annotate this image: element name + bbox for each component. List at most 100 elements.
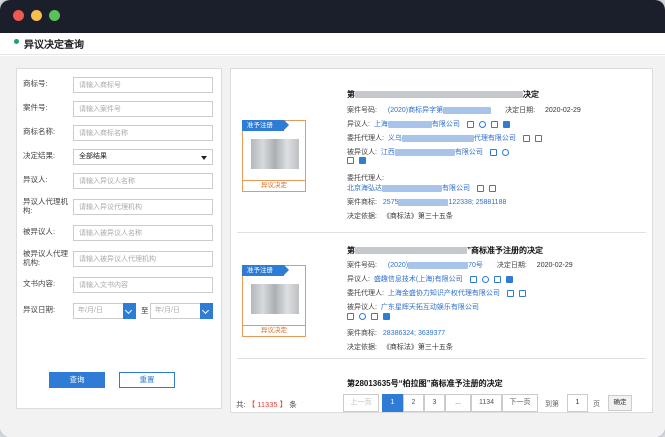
trademark-number-value[interactable]: 28386324; 3639377	[383, 330, 445, 337]
opponent-agent-value[interactable]: 上海金盛协力知识产权代理有限公司	[388, 290, 500, 297]
result-title[interactable]: 第28013635号“柏拉图”商标准予注册的决定	[347, 378, 503, 389]
copyright-icon[interactable]	[359, 157, 366, 164]
page-button-last[interactable]: 1134	[471, 394, 502, 412]
document-icon[interactable]	[489, 148, 497, 156]
opponent-agent-row: 委托代理人: 上海金盛协力知识产权代理有限公司	[347, 288, 526, 298]
trademark-number-value[interactable]: 2575	[383, 199, 399, 206]
search-icon[interactable]	[359, 313, 366, 320]
case-number-value: (2020)商标异字第	[387, 107, 444, 114]
result-card[interactable]: 第28013635号“柏拉图”商标准予注册的决定	[237, 367, 646, 389]
result-card[interactable]: 准予注册 异议决定 第 决定 案件号码: (2020)商标异字第 决定日期: 20…	[237, 77, 646, 233]
case-number-input[interactable]	[73, 101, 213, 117]
goto-page-input[interactable]: 1	[567, 394, 588, 412]
search-icon[interactable]	[478, 120, 486, 128]
minimize-window-button[interactable]	[31, 10, 42, 21]
row-label: 决定日期:	[496, 262, 527, 269]
respondent-row: 被异议人: 广东星辉天拓互动娱乐有限公司	[347, 302, 479, 312]
opponent-row: 异议人: 上海 有限公司	[347, 119, 510, 129]
decision-type-label: 异议决定	[243, 325, 305, 336]
chevron-down-icon	[201, 156, 207, 160]
field-opposition-date: 异议日期: 年/月/日 至 年/月/日	[23, 303, 219, 321]
gear-icon[interactable]	[493, 275, 501, 283]
opponent-agent-input[interactable]	[73, 199, 213, 215]
respondent-agent-suffix[interactable]: 有限公司	[442, 185, 470, 192]
title-suffix: 决定	[523, 90, 539, 99]
date-from-input[interactable]: 年/月/日	[73, 303, 136, 319]
opponent-suffix[interactable]: 有限公司	[432, 121, 460, 128]
document-icon[interactable]	[506, 289, 514, 297]
document-content-input[interactable]	[73, 277, 213, 293]
trademark-name-input[interactable]	[73, 125, 213, 141]
respondent-input[interactable]	[73, 225, 213, 241]
respondent-value[interactable]: 广东星辉天拓互动娱乐有限公司	[381, 304, 479, 311]
page-button-3[interactable]: 3	[424, 394, 445, 412]
row-label: 异议人:	[347, 121, 370, 128]
page-button-1[interactable]: 1	[382, 394, 403, 412]
status-tag: 准予注册	[242, 265, 289, 276]
trademark-number-input[interactable]	[73, 77, 213, 93]
gear-icon[interactable]	[488, 184, 496, 192]
field-case-number: 案件号:	[23, 101, 219, 119]
maximize-window-button[interactable]	[49, 10, 60, 21]
opponent-value[interactable]: 盛趣信息技术(上海)有限公司	[374, 276, 463, 283]
document-icon[interactable]	[522, 134, 530, 142]
page-ellipsis: ...	[445, 394, 471, 412]
copyright-icon[interactable]	[502, 120, 510, 128]
field-trademark-number: 商标号:	[23, 77, 219, 95]
row-label: 案件号码:	[347, 107, 377, 114]
title-prefix: 第	[347, 246, 355, 255]
field-label: 异议人:	[23, 175, 48, 184]
redacted-text	[382, 184, 442, 192]
case-number-suffix: 70号	[468, 262, 483, 269]
date-to-input[interactable]: 年/月/日	[150, 303, 213, 319]
gear-icon[interactable]	[347, 157, 354, 164]
document-icon[interactable]	[347, 313, 354, 320]
copyright-icon[interactable]	[383, 313, 390, 320]
opponent-agent-suffix[interactable]: 代理有限公司	[474, 135, 516, 142]
close-window-button[interactable]	[13, 10, 24, 21]
reset-button[interactable]: 重置	[119, 372, 175, 388]
respondent-agent-row: 委托代理人:	[347, 173, 384, 183]
row-label: 案件商标:	[347, 199, 377, 206]
row-label: 委托代理人:	[347, 290, 384, 297]
gear-icon[interactable]	[518, 289, 526, 297]
search-icon[interactable]	[501, 148, 509, 156]
result-title[interactable]: 第 决定	[347, 89, 539, 100]
results-panel: 准予注册 异议决定 第 决定 案件号码: (2020)商标异字第 决定日期: 20…	[230, 68, 653, 413]
copyright-icon[interactable]	[505, 275, 513, 283]
document-icon[interactable]	[466, 120, 474, 128]
search-icon[interactable]	[481, 275, 489, 283]
result-card[interactable]: 准予注册 异议决定 第 ”商标准予注册的决定 案件号码: (2020) 70号 决定…	[237, 235, 646, 359]
gear-icon[interactable]	[371, 313, 378, 320]
respondent-suffix[interactable]: 有限公司	[455, 149, 483, 156]
gear-icon[interactable]	[490, 120, 498, 128]
header-bullet-icon	[14, 39, 19, 44]
respondent-value[interactable]: 江西	[381, 149, 395, 156]
field-opponent: 异议人:	[23, 173, 219, 191]
trademark-thumbnail[interactable]: 准予注册 异议决定	[242, 265, 306, 337]
opponent-agent-value[interactable]: 义乌	[388, 135, 402, 142]
opponent-input[interactable]	[73, 173, 213, 189]
decision-result-select[interactable]: 全部结果	[73, 149, 213, 165]
page-button-2[interactable]: 2	[403, 394, 424, 412]
row-label: 案件号码:	[347, 262, 377, 269]
next-page-button[interactable]: 下一页	[502, 394, 538, 412]
calendar-dropdown-icon[interactable]	[200, 303, 213, 319]
opponent-row: 异议人: 盛趣信息技术(上海)有限公司	[347, 274, 513, 284]
gear-icon[interactable]	[534, 134, 542, 142]
document-icon[interactable]	[469, 275, 477, 283]
result-title[interactable]: 第 ”商标准予注册的决定	[347, 245, 543, 256]
calendar-dropdown-icon[interactable]	[123, 303, 136, 319]
opponent-value[interactable]: 上海	[374, 121, 388, 128]
decision-type-label: 异议决定	[243, 180, 305, 191]
trademark-number-suffix[interactable]: 122338; 25881188	[448, 199, 506, 206]
respondent-agent-input[interactable]	[73, 251, 213, 267]
prev-page-button[interactable]: 上一页	[343, 394, 379, 412]
page-unit-label: 页	[593, 401, 600, 408]
confirm-page-button[interactable]: 确定	[608, 395, 632, 411]
query-button[interactable]: 查询	[49, 372, 105, 388]
document-icon[interactable]	[476, 184, 484, 192]
trademark-row: 案件商标: 28386324; 3639377	[347, 328, 445, 338]
trademark-thumbnail[interactable]: 准予注册 异议决定	[242, 120, 306, 192]
respondent-agent-value[interactable]: 北京海弘达	[347, 185, 382, 192]
